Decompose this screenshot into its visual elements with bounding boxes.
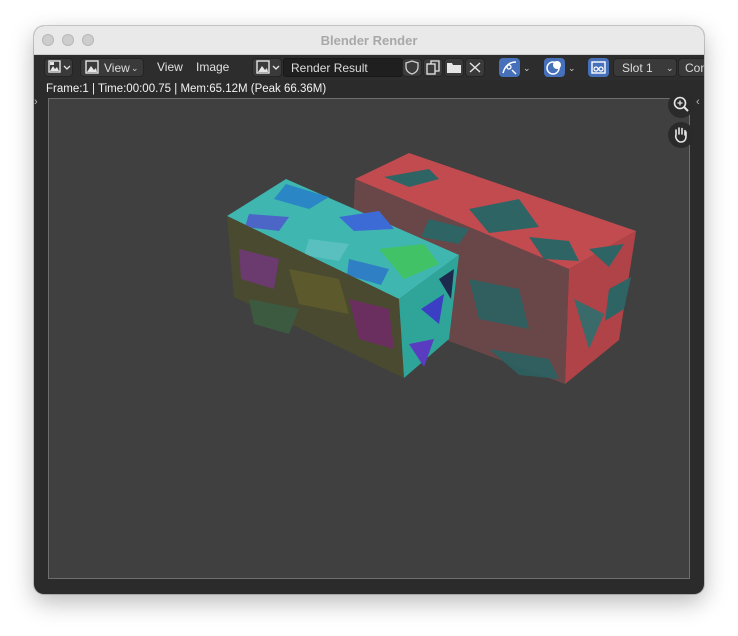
image-browse-icon	[256, 60, 280, 74]
curve-tool-icon	[502, 61, 517, 75]
layer-label: Con	[685, 61, 704, 75]
duplicate-icon	[426, 60, 440, 75]
hand-icon	[674, 127, 687, 143]
toolbar-expand-arrow[interactable]: ›	[34, 96, 38, 108]
slot-label: Slot 1	[622, 61, 653, 75]
overlays-icon	[546, 61, 561, 75]
image-editor-header: View ⌄ View Image Render Result ⌄ ⌄ Slot…	[34, 55, 704, 80]
render-stats: Frame:1 | Time:00:00.75 | Mem:65.12M (Pe…	[46, 83, 327, 95]
layer-dropdown[interactable]: Con	[678, 58, 704, 77]
title-bar: Blender Render	[34, 26, 704, 55]
sidebar-expand-arrow[interactable]: ‹	[696, 96, 700, 108]
image-editor-icon	[48, 60, 71, 73]
editor-type-dropdown[interactable]	[44, 58, 73, 77]
shield-icon	[405, 60, 419, 75]
zoom-icon	[673, 96, 689, 112]
close-icon	[469, 62, 481, 73]
gizmo-toggle[interactable]	[588, 58, 609, 77]
window-title: Blender Render	[320, 33, 418, 48]
blender-window: Blender Render View ⌄ View Image Render …	[34, 26, 704, 594]
chevron-down-icon: ⌄	[131, 63, 139, 73]
fake-user-button[interactable]	[402, 58, 422, 77]
sample-tool-dropdown[interactable]: ⌄	[523, 58, 537, 77]
render-image	[227, 153, 636, 384]
pan-button[interactable]	[668, 122, 694, 148]
image-name-field[interactable]: Render Result	[283, 58, 403, 77]
image-view-icon	[85, 60, 99, 74]
zoom-button[interactable]	[668, 92, 694, 118]
open-image-button[interactable]	[444, 58, 464, 77]
new-image-button[interactable]	[423, 58, 443, 77]
menu-image[interactable]: Image	[196, 58, 229, 77]
chevron-down-icon: ⌄	[568, 63, 576, 73]
image-browse-dropdown[interactable]	[252, 58, 282, 77]
chevron-down-icon: ⌄	[666, 63, 674, 73]
view-mode-label: View	[104, 61, 130, 75]
sample-tool-toggle[interactable]	[499, 58, 520, 77]
folder-icon	[447, 63, 461, 73]
unlink-image-button[interactable]	[465, 58, 485, 77]
slot-dropdown[interactable]: Slot 1 ⌄	[613, 58, 677, 77]
chevron-down-icon: ⌄	[523, 63, 531, 73]
gizmo-icon	[591, 61, 606, 74]
menu-view[interactable]: View	[157, 58, 183, 77]
view-mode-dropdown[interactable]: View ⌄	[80, 58, 144, 77]
overlays-toggle[interactable]	[544, 58, 565, 77]
overlays-dropdown[interactable]: ⌄	[568, 58, 582, 77]
render-viewport[interactable]	[48, 92, 694, 579]
